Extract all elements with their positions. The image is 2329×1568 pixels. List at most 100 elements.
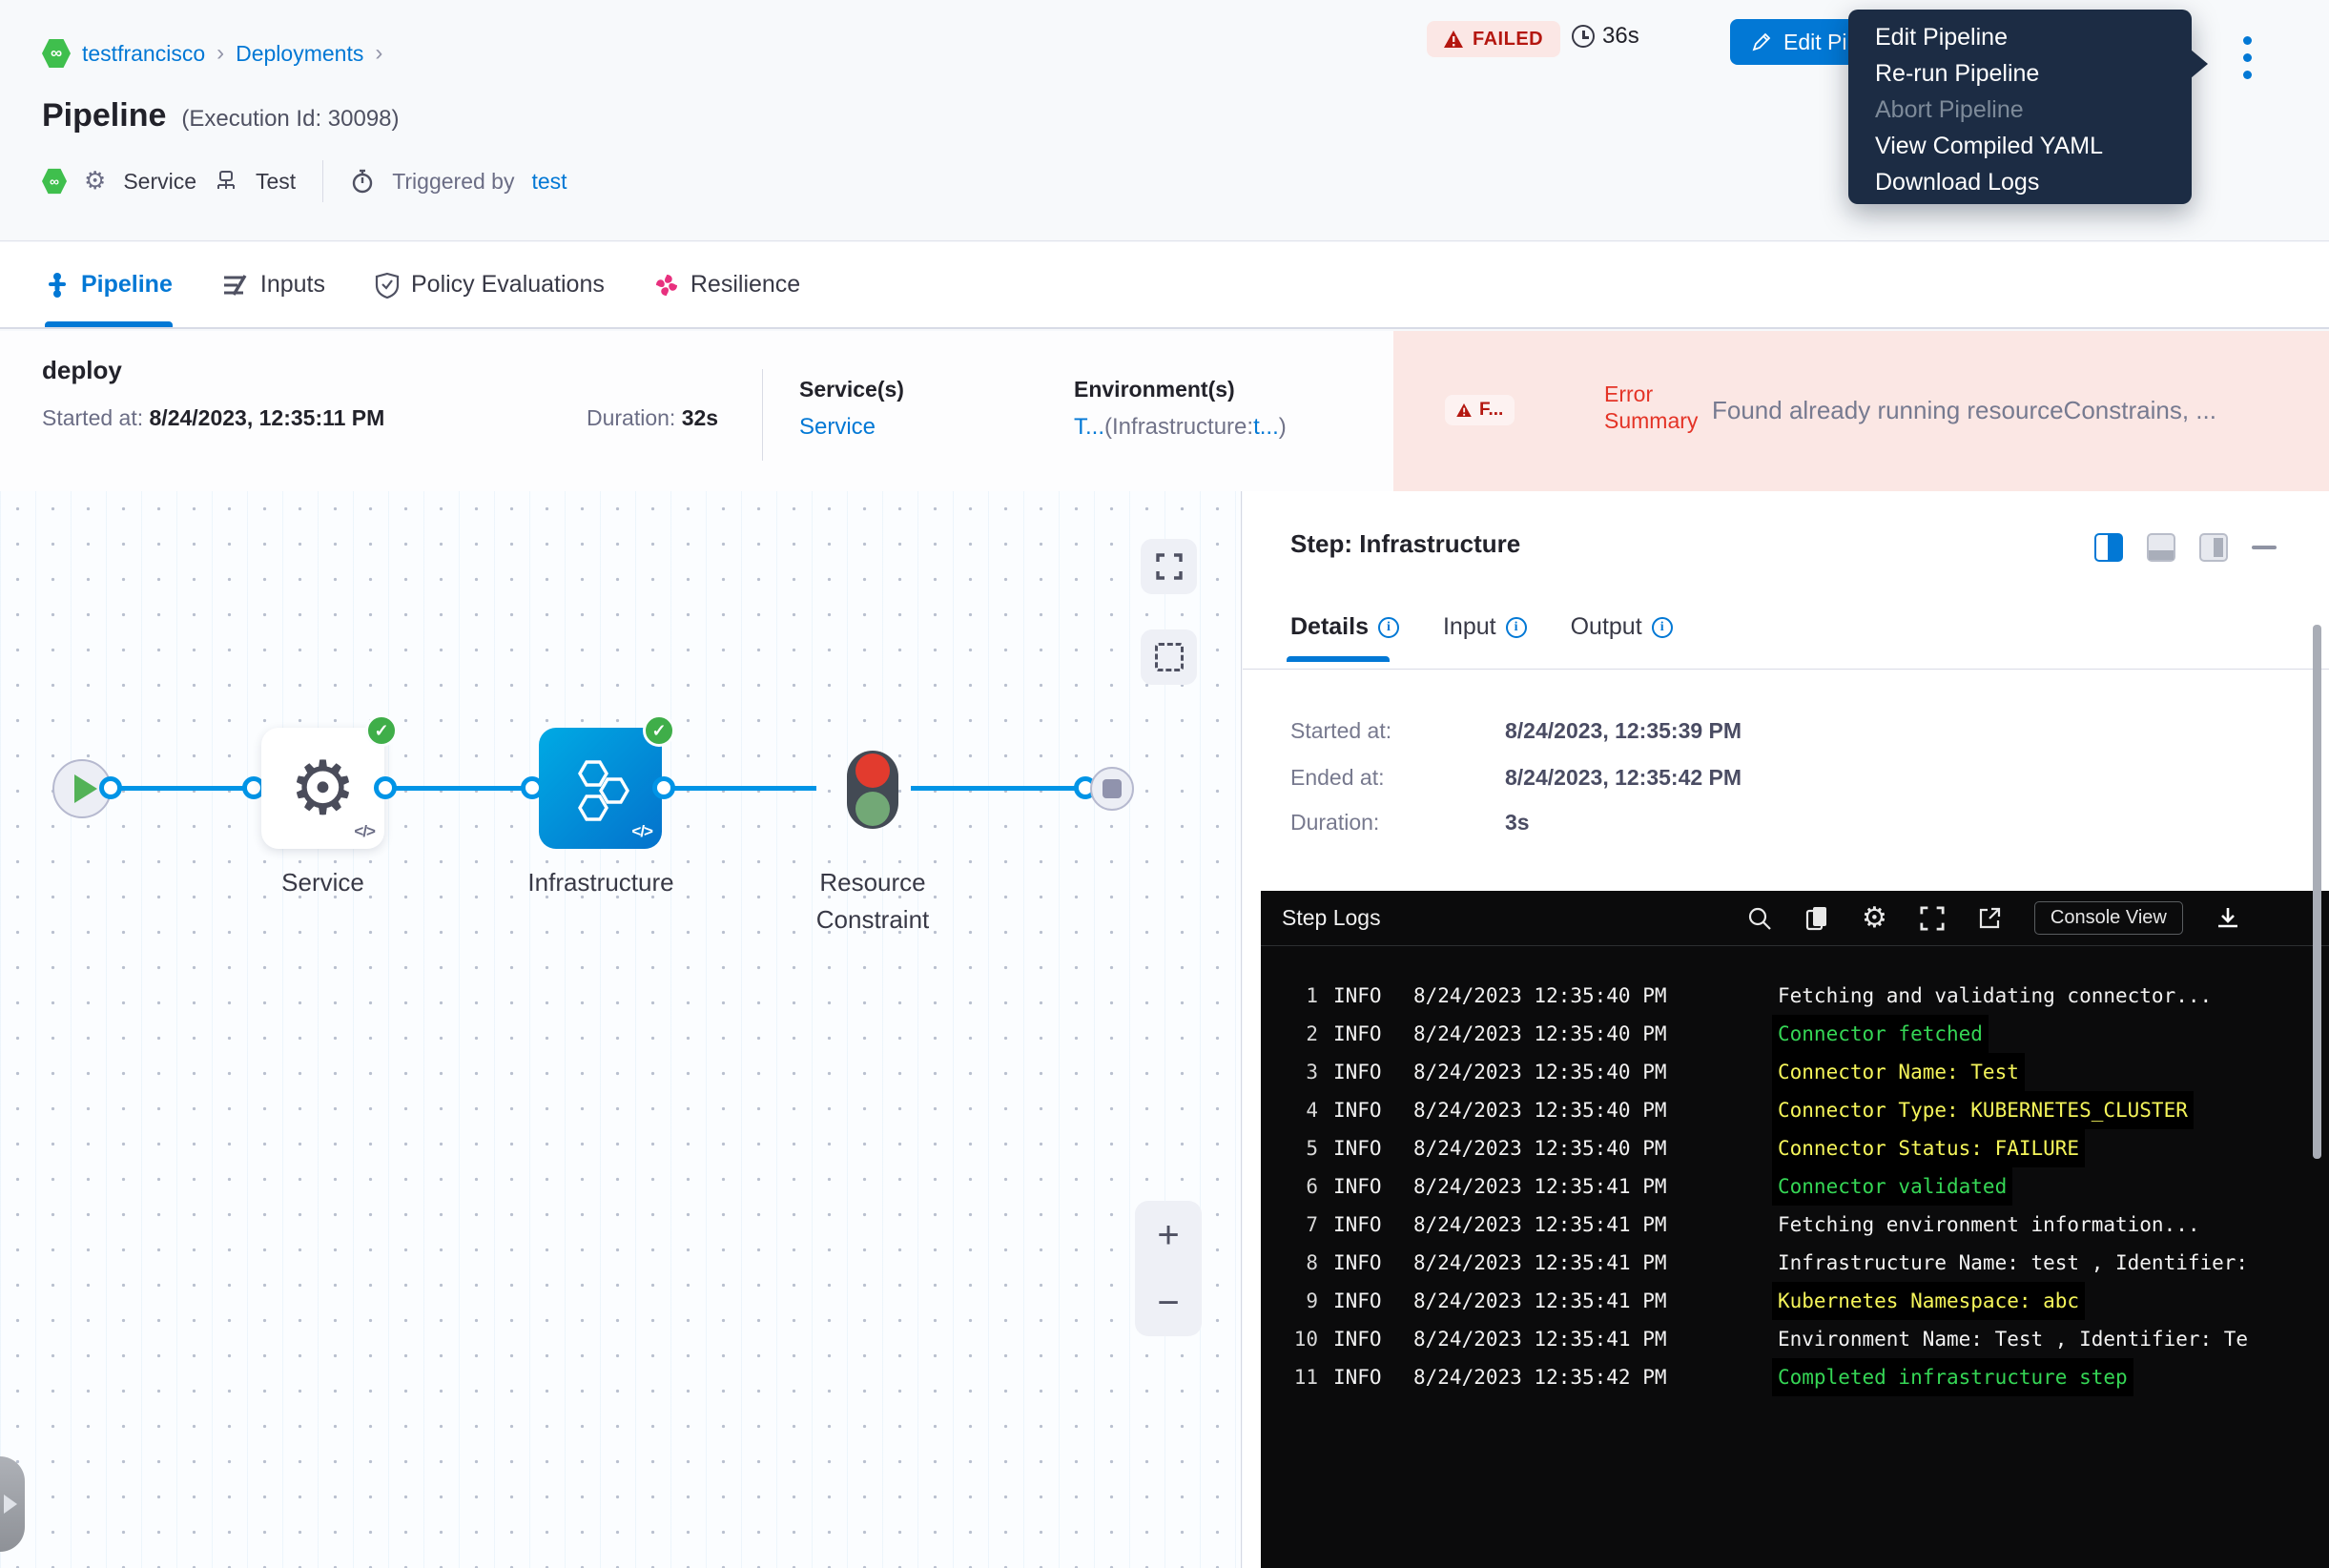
stage-services-column: Service(s) Service bbox=[799, 377, 904, 441]
resource-constraint-node[interactable] bbox=[847, 751, 898, 829]
field-duration-label: Duration: bbox=[1290, 810, 1379, 836]
environment-link[interactable]: T... bbox=[1074, 414, 1104, 440]
tab-resilience-label: Resilience bbox=[690, 271, 800, 299]
port-infra-out[interactable] bbox=[652, 776, 675, 799]
fullscreen-icon bbox=[1156, 553, 1183, 580]
step-panel-tabs: Details i Input i Output i bbox=[1290, 613, 1673, 662]
play-icon bbox=[74, 774, 97, 803]
layout-bottom-drawer-icon[interactable] bbox=[2147, 533, 2175, 562]
step-logs-body[interactable]: 1INFO8/24/2023 12:35:40 PMFetching and v… bbox=[1261, 946, 2329, 1568]
tab-details[interactable]: Details i bbox=[1290, 613, 1399, 662]
stage-name[interactable]: deploy bbox=[42, 356, 122, 385]
stop-icon bbox=[1103, 779, 1122, 798]
tab-inputs[interactable]: Inputs bbox=[222, 242, 325, 327]
tab-pipeline[interactable]: Pipeline bbox=[45, 242, 173, 327]
execution-tabbar: Pipeline Inputs Policy Evaluations Resil… bbox=[0, 242, 2329, 329]
layout-right-drawer-icon[interactable] bbox=[2094, 533, 2123, 562]
tab-resilience[interactable]: Resilience bbox=[654, 242, 800, 327]
environment-meta-label[interactable]: Test bbox=[256, 169, 296, 195]
info-icon[interactable]: i bbox=[1378, 617, 1399, 638]
zoom-in-button[interactable]: + bbox=[1157, 1216, 1179, 1254]
triggered-by-user-link[interactable]: test bbox=[531, 169, 567, 195]
failed-chip: F... bbox=[1445, 395, 1515, 425]
zoom-out-button[interactable]: − bbox=[1157, 1284, 1179, 1322]
pipeline-end-node[interactable] bbox=[1090, 767, 1134, 811]
stage-started-value: 8/24/2023, 12:35:11 PM bbox=[150, 405, 385, 430]
harness-cd-logo-icon: ∞ bbox=[42, 38, 71, 69]
service-meta-label[interactable]: Service bbox=[123, 169, 196, 195]
layout-floating-icon[interactable] bbox=[2199, 533, 2228, 562]
environment-infra-text: (Infrastructure: bbox=[1104, 414, 1253, 440]
breadcrumb-project-link[interactable]: testfrancisco bbox=[82, 41, 205, 67]
tab-input[interactable]: Input i bbox=[1443, 613, 1527, 662]
port-start-out[interactable] bbox=[99, 776, 122, 799]
left-panel-expand-handle[interactable] bbox=[0, 1456, 25, 1552]
log-settings-gear-icon[interactable]: ⚙ bbox=[1862, 904, 1887, 933]
service-link[interactable]: Service bbox=[799, 414, 876, 441]
pipeline-canvas[interactable]: ⚙ ✓ </> ✓ </> Service Infrastructure Res… bbox=[0, 491, 1242, 1568]
step-logs-header: Step Logs ⚙ Console View bbox=[1261, 891, 2329, 946]
console-view-button[interactable]: Console View bbox=[2034, 901, 2183, 935]
environment-value: T...(Infrastructure:t...) bbox=[1074, 414, 1287, 441]
divider bbox=[1243, 669, 2329, 670]
fullscreen-icon[interactable] bbox=[1920, 906, 1945, 931]
menu-item-rerun-pipeline[interactable]: Re-run Pipeline bbox=[1848, 55, 2192, 92]
download-icon[interactable] bbox=[2216, 906, 2240, 931]
panel-scrollbar[interactable] bbox=[2313, 625, 2321, 1159]
open-external-icon[interactable] bbox=[1977, 906, 2002, 931]
gear-icon: ⚙ bbox=[84, 169, 106, 194]
harness-cd-module-icon: ∞ bbox=[42, 168, 67, 195]
canvas-zoom-panel: + − bbox=[1135, 1201, 1202, 1336]
resource-constraint-node-label: Resource Constraint bbox=[801, 868, 944, 935]
chevron-right-icon: › bbox=[375, 40, 382, 67]
stage-started: Started at: 8/24/2023, 12:35:11 PM bbox=[42, 405, 384, 431]
status-badge-label: FAILED bbox=[1473, 29, 1543, 51]
field-ended-value: 8/24/2023, 12:35:42 PM bbox=[1505, 765, 1742, 791]
red-light-icon bbox=[855, 753, 890, 788]
menu-item-download-logs[interactable]: Download Logs bbox=[1848, 164, 2192, 200]
breadcrumb-deployments-link[interactable]: Deployments bbox=[236, 41, 363, 67]
port-service-out[interactable] bbox=[374, 776, 397, 799]
execution-id: (Execution Id: 30098) bbox=[181, 106, 399, 133]
environments-header: Environment(s) bbox=[1074, 377, 1287, 402]
tab-inputs-label: Inputs bbox=[260, 271, 325, 299]
divider bbox=[762, 369, 763, 461]
success-check-icon: ✓ bbox=[365, 714, 398, 747]
error-summary-message[interactable]: Found already running resourceConstrains… bbox=[1712, 396, 2303, 425]
gear-icon: ⚙ bbox=[290, 752, 357, 826]
search-icon[interactable] bbox=[1747, 906, 1772, 931]
infrastructure-node[interactable]: ✓ </> bbox=[539, 728, 662, 849]
stopwatch-icon bbox=[350, 169, 375, 194]
inputs-icon bbox=[222, 273, 249, 298]
canvas-fullscreen-button[interactable] bbox=[1141, 539, 1197, 594]
service-node[interactable]: ⚙ ✓ </> bbox=[261, 728, 384, 849]
tab-policy-evaluations[interactable]: Policy Evaluations bbox=[375, 242, 605, 327]
pipeline-options-menu: Edit Pipeline Re-run Pipeline Abort Pipe… bbox=[1848, 10, 2192, 204]
copy-icon[interactable] bbox=[1804, 905, 1829, 932]
breadcrumb: ∞ testfrancisco › Deployments › bbox=[42, 38, 382, 69]
tab-pipeline-label: Pipeline bbox=[81, 271, 173, 299]
menu-item-view-compiled-yaml[interactable]: View Compiled YAML bbox=[1848, 128, 2192, 164]
warning-triangle-icon bbox=[1444, 31, 1463, 48]
environment-rack-icon bbox=[214, 169, 238, 194]
minimize-panel-icon[interactable] bbox=[2252, 546, 2277, 549]
shield-check-icon bbox=[375, 272, 400, 299]
info-icon[interactable]: i bbox=[1506, 617, 1527, 638]
error-summary-strip: F... Error Summary Found already running… bbox=[1393, 331, 2329, 491]
info-icon[interactable]: i bbox=[1652, 617, 1673, 638]
tab-details-label: Details bbox=[1290, 613, 1369, 641]
menu-item-abort-pipeline[interactable]: Abort Pipeline bbox=[1848, 92, 2192, 128]
failed-chip-label: F... bbox=[1479, 400, 1503, 421]
step-logs-console: Step Logs ⚙ Console View 1INFO8/24/2023 … bbox=[1261, 891, 2329, 1568]
tab-output[interactable]: Output i bbox=[1571, 613, 1673, 662]
step-panel-title: Step: Infrastructure bbox=[1290, 529, 1520, 559]
infrastructure-link[interactable]: t... bbox=[1253, 414, 1279, 440]
field-ended-label: Ended at: bbox=[1290, 765, 1384, 791]
canvas-select-button[interactable] bbox=[1141, 629, 1197, 685]
menu-item-edit-pipeline[interactable]: Edit Pipeline bbox=[1848, 19, 2192, 55]
more-options-kebab-icon[interactable] bbox=[2243, 36, 2253, 79]
app-root: ∞ testfrancisco › Deployments › Pipeline… bbox=[0, 0, 2329, 1568]
edge-start-to-service bbox=[109, 786, 261, 791]
log-line: 3INFO8/24/2023 12:35:40 PMConnector Name… bbox=[1261, 1053, 2329, 1091]
field-started-value: 8/24/2023, 12:35:39 PM bbox=[1505, 718, 1742, 744]
